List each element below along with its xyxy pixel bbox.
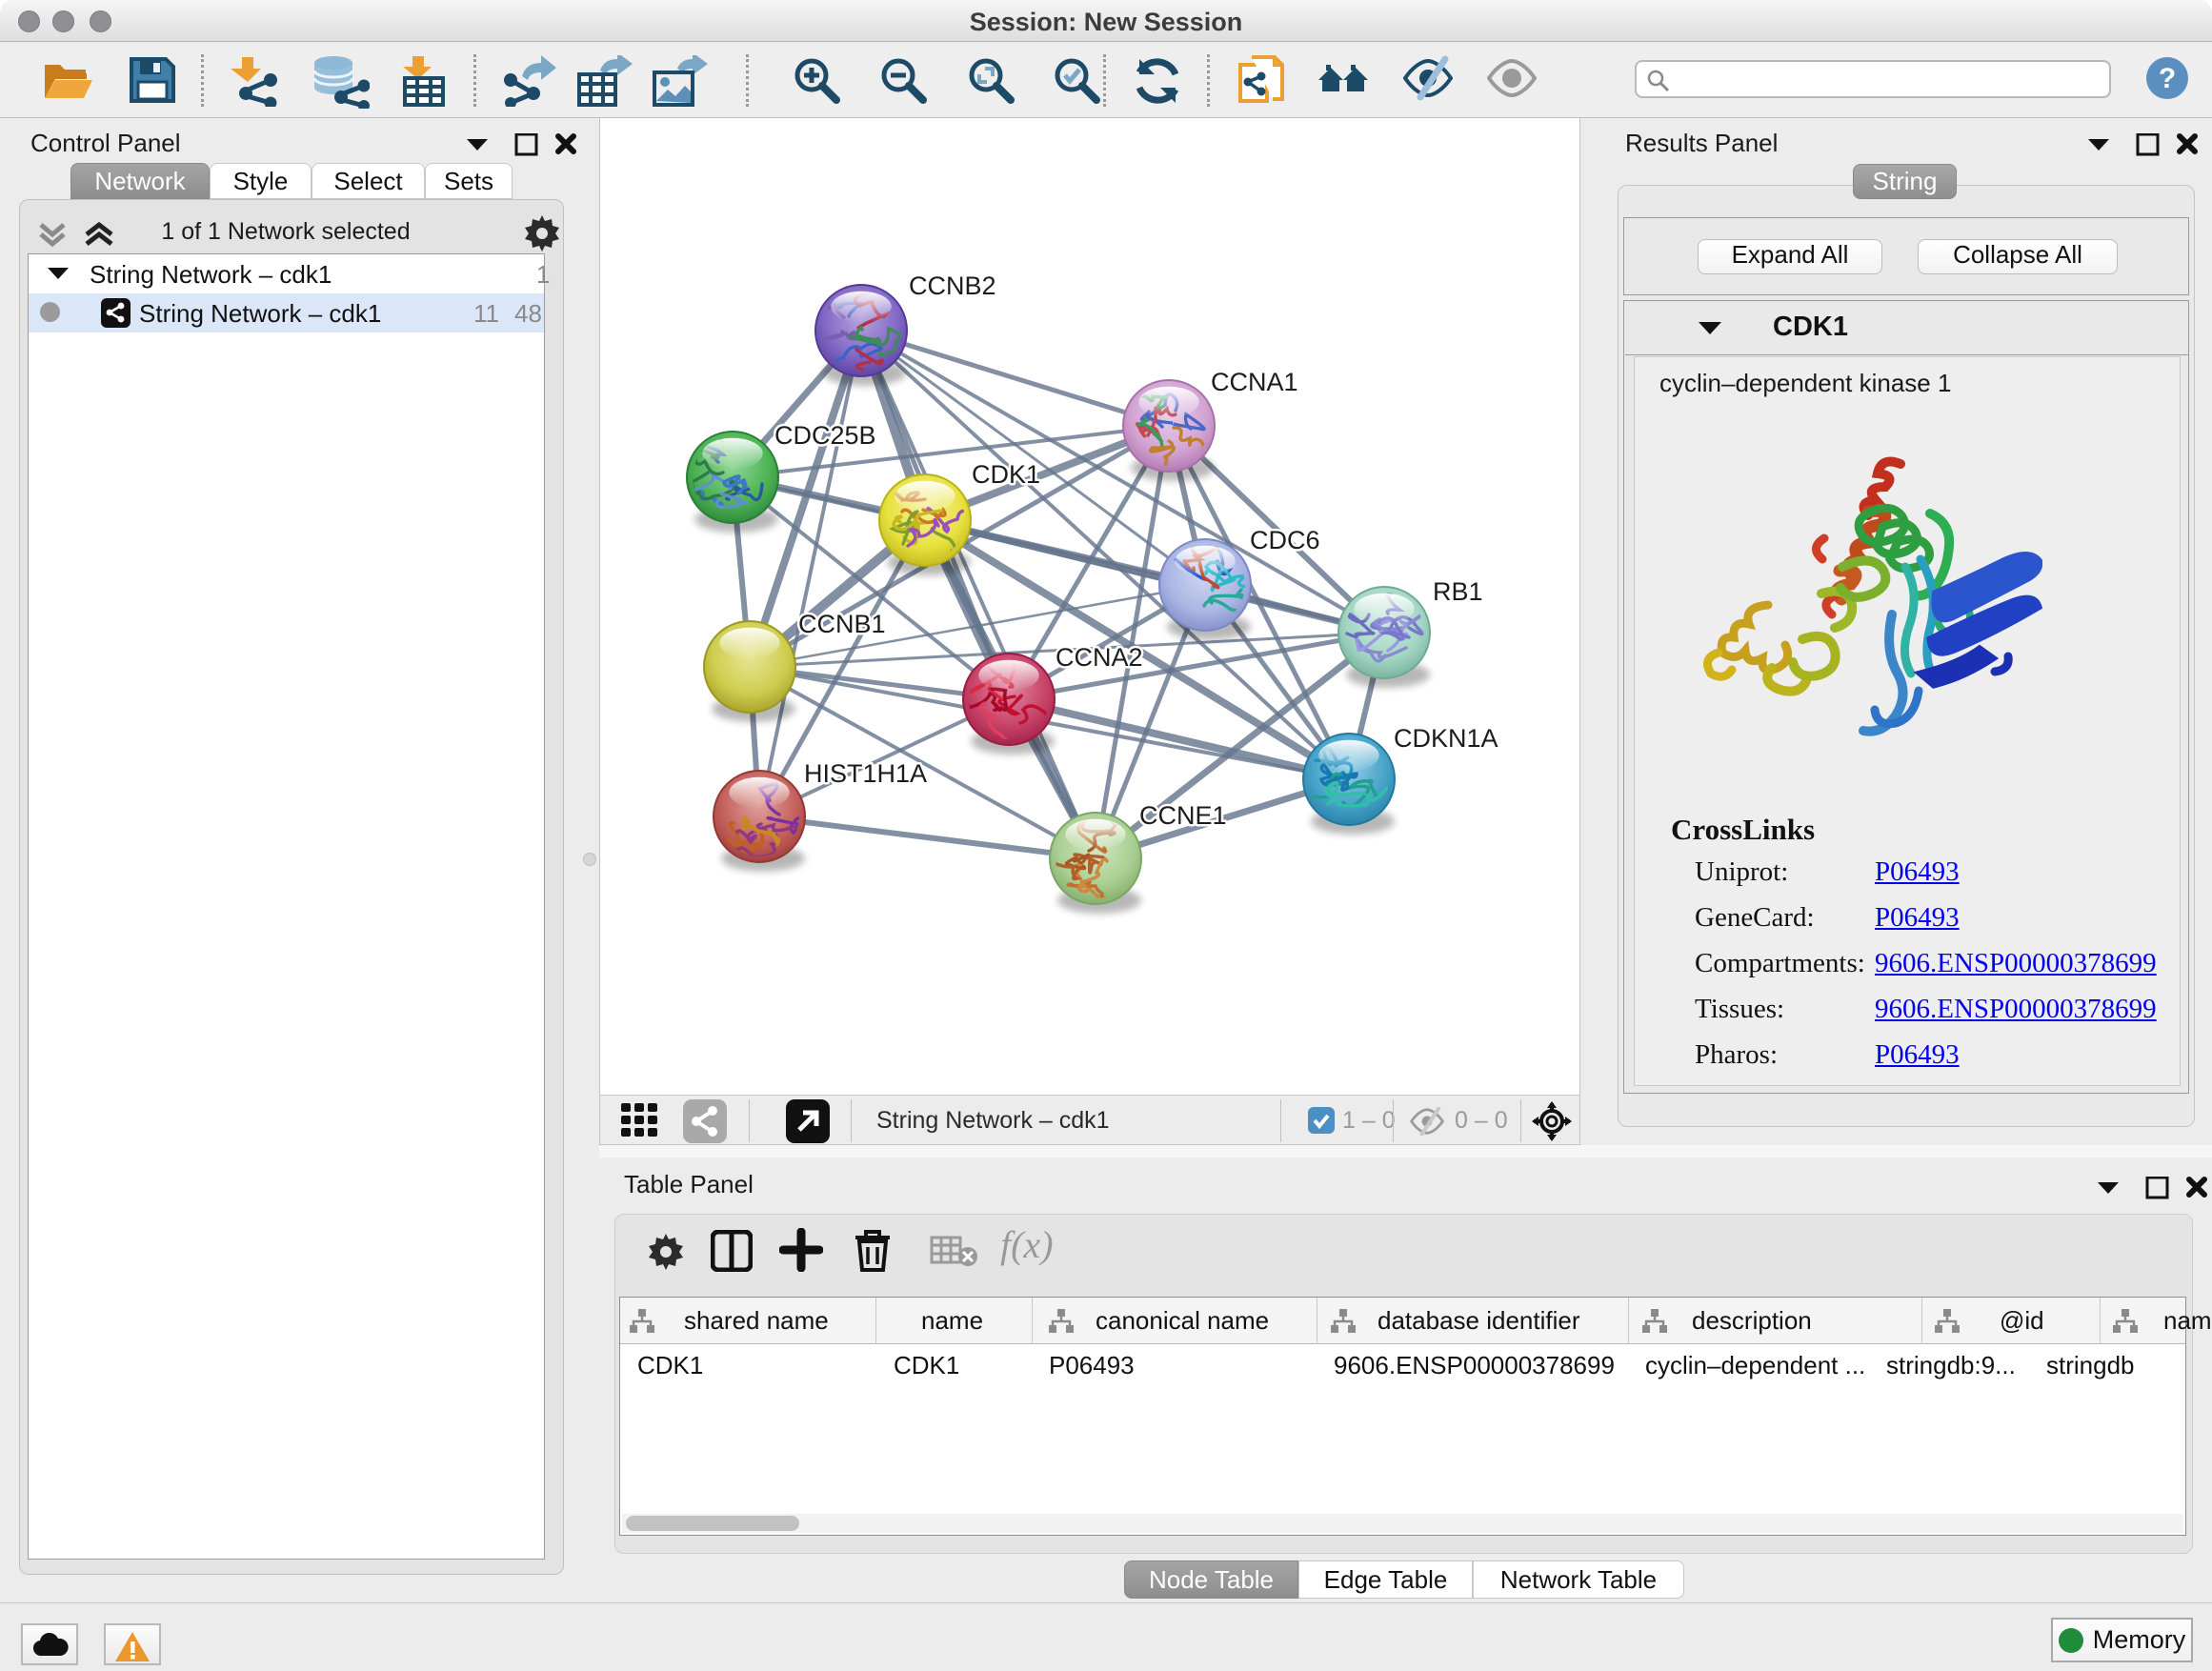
svg-text:CCNA2: CCNA2: [1056, 643, 1143, 672]
svg-text:CDC25B: CDC25B: [774, 421, 876, 450]
svg-text:HIST1H1A: HIST1H1A: [804, 759, 927, 788]
svg-text:CDC6: CDC6: [1250, 526, 1320, 554]
svg-text:CCNB2: CCNB2: [909, 272, 996, 300]
svg-text:CCNB1: CCNB1: [798, 610, 886, 638]
svg-text:CDKN1A: CDKN1A: [1394, 724, 1498, 753]
svg-text:CCNE1: CCNE1: [1139, 801, 1227, 830]
svg-text:CCNA1: CCNA1: [1211, 368, 1298, 396]
svg-text:CDK1: CDK1: [972, 460, 1040, 489]
svg-text:RB1: RB1: [1433, 577, 1483, 606]
svg-text:?: ?: [2159, 63, 2176, 94]
